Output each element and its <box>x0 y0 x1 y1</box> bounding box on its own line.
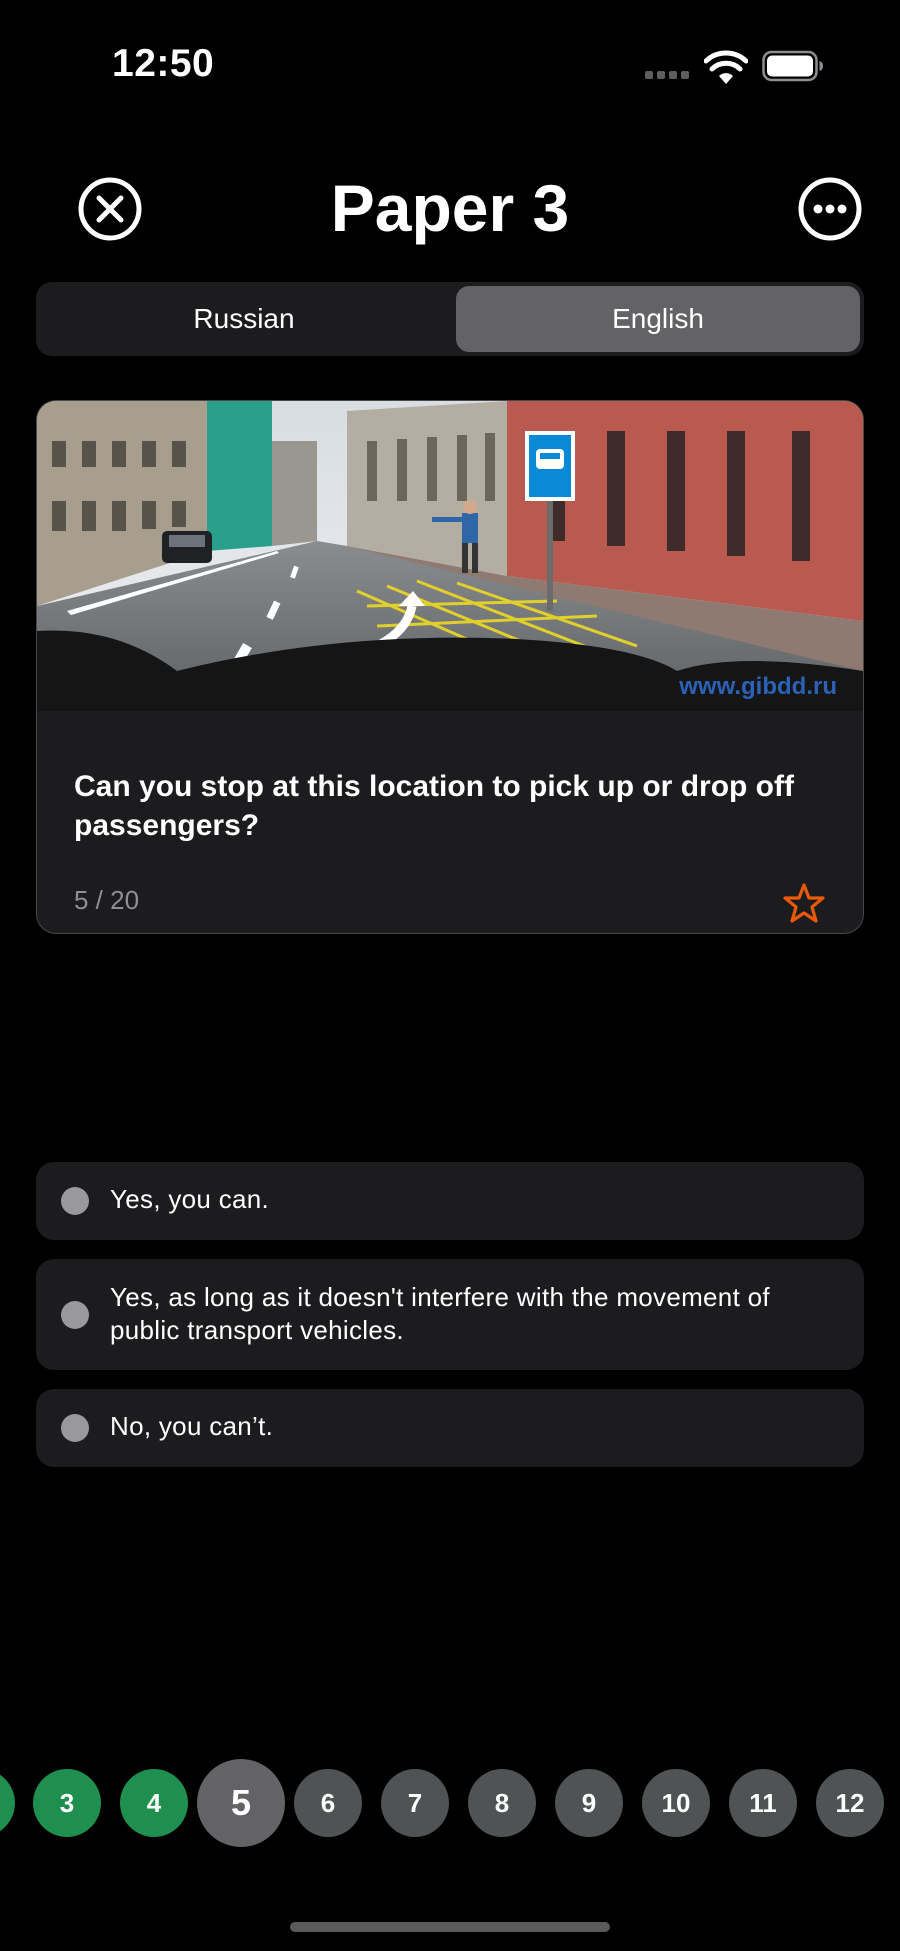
pager-question-9[interactable]: 9 <box>555 1769 623 1837</box>
wifi-icon <box>704 50 748 84</box>
pager-question-5-current[interactable]: 5 <box>197 1759 285 1847</box>
answer-text: No, you can’t. <box>110 1411 274 1441</box>
pager-question-11[interactable]: 11 <box>729 1769 797 1837</box>
battery-icon <box>762 50 823 82</box>
question-counter: 5 / 20 <box>74 885 140 915</box>
radio-button[interactable] <box>61 1301 89 1329</box>
radio-button[interactable] <box>61 1414 89 1442</box>
pager-question-12[interactable]: 12 <box>816 1769 884 1837</box>
pager-question-4[interactable]: 4 <box>120 1769 188 1837</box>
question-text: Can you stop at this location to pick up… <box>74 770 794 842</box>
tab-russian[interactable]: Russian <box>40 286 448 352</box>
answer-option[interactable]: Yes, you can. <box>36 1162 864 1240</box>
radio-button[interactable] <box>61 1187 89 1215</box>
language-segmented-control: Russian English <box>36 282 864 356</box>
answer-text: Yes, you can. <box>110 1184 270 1214</box>
pager-question-7[interactable]: 7 <box>381 1769 449 1837</box>
header: Paper 3 <box>0 160 900 260</box>
pager-question-10[interactable]: 10 <box>642 1769 710 1837</box>
status-bar: 12:50 <box>0 0 900 130</box>
more-options-icon[interactable] <box>798 177 862 241</box>
question-photo: www.gibdd.ru <box>37 401 863 711</box>
question-pager: 2 3 4 5 6 7 8 9 10 11 12 <box>0 1755 900 1851</box>
answer-option[interactable]: No, you can’t. <box>36 1389 864 1467</box>
photo-watermark: www.gibdd.ru <box>678 673 837 700</box>
pager-question-2[interactable]: 2 <box>0 1769 15 1837</box>
pager-question-6[interactable]: 6 <box>294 1769 362 1837</box>
question-card: www.gibdd.ru Can you stop at this locati… <box>36 400 864 934</box>
answer-text: Yes, as long as it doesn't interfere wit… <box>110 1282 770 1345</box>
tab-english[interactable]: English <box>456 286 860 352</box>
home-indicator <box>290 1922 610 1932</box>
cellular-signal-icon <box>645 71 691 81</box>
status-time: 12:50 <box>112 42 215 85</box>
pager-question-8[interactable]: 8 <box>468 1769 536 1837</box>
page-title: Paper 3 <box>330 171 570 245</box>
star-outline-icon[interactable] <box>782 881 826 925</box>
answer-option[interactable]: Yes, as long as it doesn't interfere wit… <box>36 1259 864 1370</box>
pager-question-3[interactable]: 3 <box>33 1769 101 1837</box>
